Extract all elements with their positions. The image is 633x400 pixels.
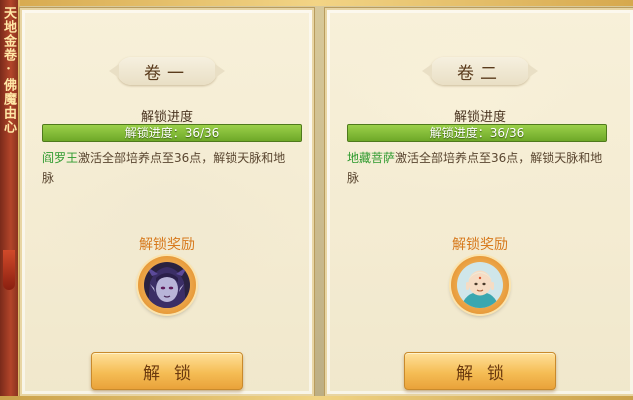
reward-avatar[interactable] (451, 256, 509, 314)
side-banner[interactable]: 天地金卷·佛魔由心 (0, 0, 20, 400)
description-text: 激活全部培养点至36点，解锁天脉和地脉 (42, 151, 286, 185)
progress-bar: 解锁进度：36/36 (347, 124, 607, 142)
scroll-title: 卷一 (109, 57, 225, 85)
top-border (0, 0, 633, 6)
scroll-card-1: 卷一 解锁进度 解锁进度：36/36 阎罗王激活全部培养点至36点，解锁天脉和地… (20, 8, 314, 396)
scroll-title: 卷二 (422, 57, 538, 85)
character-name: 地藏菩萨 (347, 151, 396, 165)
unlock-button[interactable]: 解锁 (404, 352, 556, 390)
progress-heading: 解锁进度 (453, 110, 506, 125)
reward-heading: 解锁奖励 (139, 237, 195, 253)
character-name: 阎罗王 (42, 151, 79, 165)
progress-bar: 解锁进度：36/36 (42, 124, 302, 142)
progress-text: 解锁进度：36/36 (124, 126, 220, 140)
unlock-button-label: 解锁 (456, 363, 518, 384)
tassel-ornament (3, 250, 15, 290)
progress-text: 解锁进度：36/36 (429, 126, 525, 140)
scroll-card-2: 卷二 解锁进度 解锁进度：36/36 地藏菩萨激活全部培养点至36点，解锁天脉和… (325, 8, 633, 396)
unlock-description: 地藏菩萨激活全部培养点至36点，解锁天脉和地脉 (347, 148, 613, 188)
reward-heading: 解锁奖励 (452, 237, 508, 253)
unlock-button-label: 解锁 (143, 363, 205, 384)
unlock-button[interactable]: 解锁 (91, 352, 243, 390)
progress-heading: 解锁进度 (140, 110, 193, 125)
bodhisattva-portrait-icon (457, 262, 503, 308)
demon-king-portrait-icon (144, 262, 190, 308)
bottom-border (0, 396, 633, 400)
unlock-description: 阎罗王激活全部培养点至36点，解锁天脉和地脉 (42, 148, 292, 188)
reward-avatar[interactable] (138, 256, 196, 314)
side-banner-text: 天地金卷·佛魔由心 (1, 6, 16, 134)
